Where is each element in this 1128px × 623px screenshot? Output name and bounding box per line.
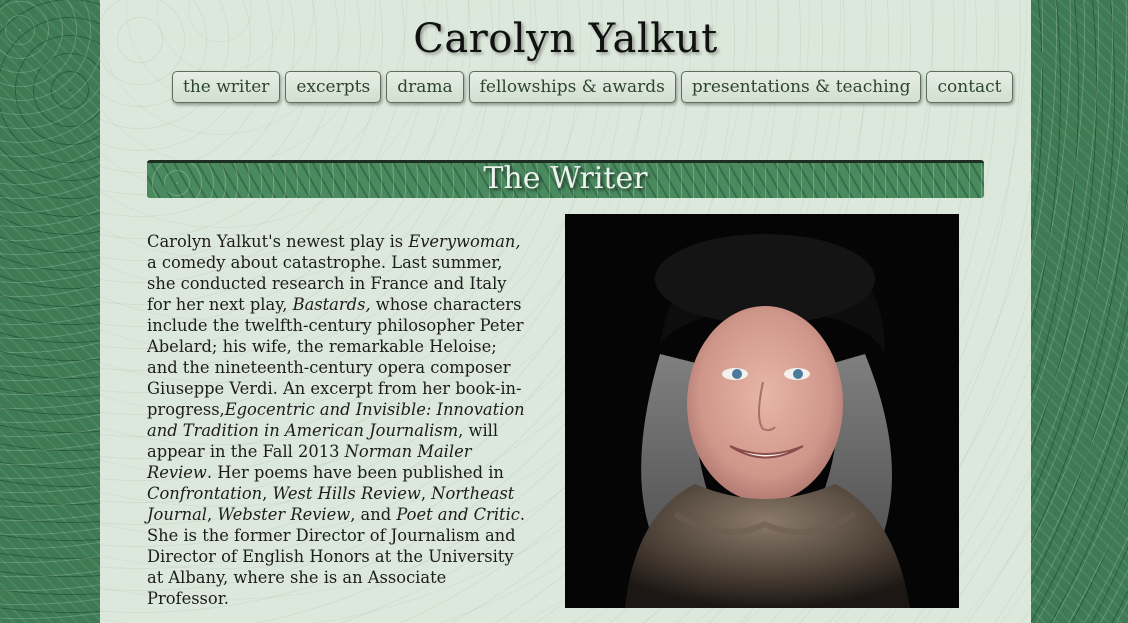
bio-text: , (420, 484, 432, 503)
bio-text: , (262, 484, 273, 503)
author-portrait-photo (565, 214, 959, 608)
nav-item-presentations-teaching[interactable]: presentations & teaching (680, 71, 922, 103)
site-title[interactable]: Carolyn Yalkut (100, 16, 1031, 62)
nav-item-the-writer[interactable]: the writer (172, 71, 281, 103)
bio-text: . Her poems have been published in (206, 463, 504, 482)
section-title: The Writer (483, 161, 648, 196)
nav-item-drama[interactable]: drama (386, 71, 464, 103)
page-container: Carolyn Yalkut the writer excerpts drama… (100, 0, 1031, 623)
nav-item-excerpts[interactable]: excerpts (285, 71, 382, 103)
bio-italic-title: Poet and Critic (396, 505, 520, 524)
bio-italic-title: Bastards, (292, 295, 371, 314)
nav-item-contact[interactable]: contact (926, 71, 1013, 103)
bio-italic-title: West Hills Review (272, 484, 421, 503)
nav-item-fellowships-awards[interactable]: fellowships & awards (468, 71, 676, 103)
section-banner: The Writer (147, 160, 984, 198)
bio-text: , and (350, 505, 397, 524)
portrait-illustration (565, 214, 959, 608)
bio-italic-title: Confrontation (147, 484, 263, 503)
bio-italic-title: Webster Review (217, 505, 351, 524)
bio-italic-title: Everywoman, (408, 232, 521, 251)
bio-text: Carolyn Yalkut's newest play is (147, 232, 409, 251)
bio-paragraph: Carolyn Yalkut's newest play is Everywom… (147, 231, 532, 609)
main-nav: the writer excerpts drama fellowships & … (172, 71, 1013, 103)
bio-text: , (207, 505, 218, 524)
